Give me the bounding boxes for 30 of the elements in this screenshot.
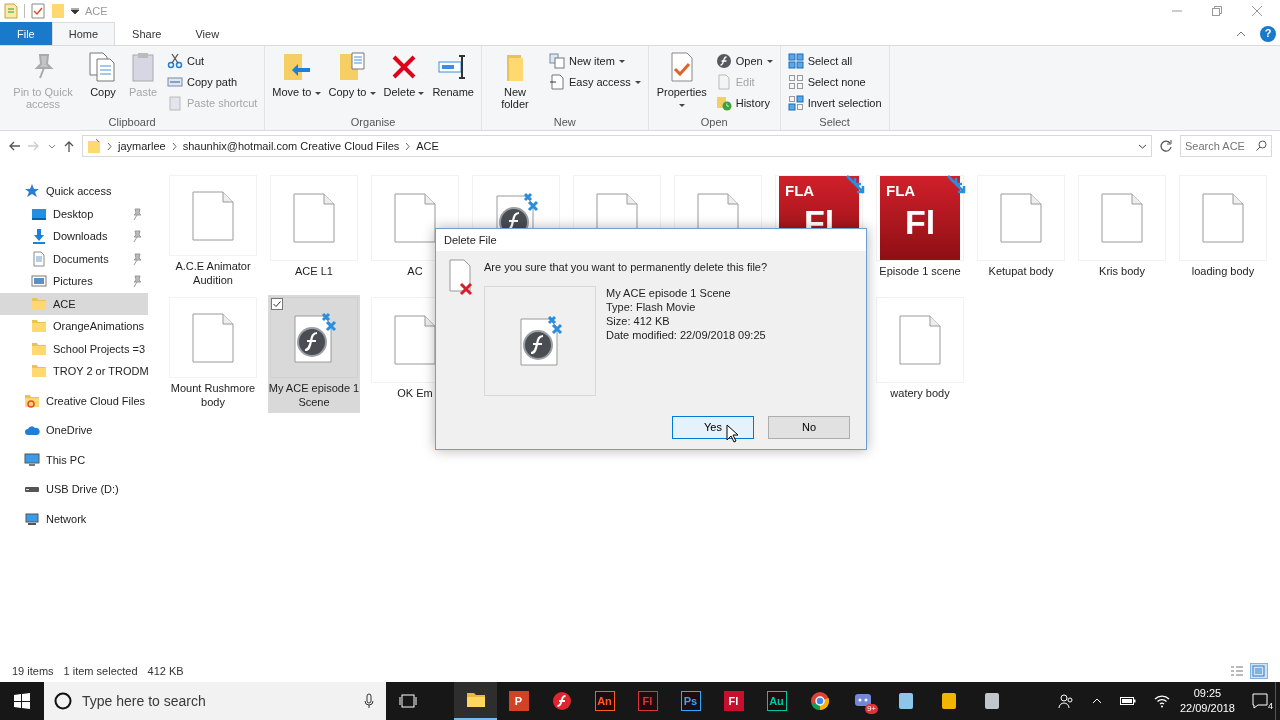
file-name: Kris body bbox=[1099, 264, 1145, 278]
file-name: A.C.E Animator Audition bbox=[174, 259, 252, 287]
logo-text: Fl bbox=[904, 202, 936, 241]
selection-info: 1 item selected bbox=[63, 663, 138, 679]
file-name: ACE L1 bbox=[295, 264, 333, 278]
file-name: My ACE episode 1 Scene bbox=[268, 381, 360, 409]
file-name: Ketupat body bbox=[988, 264, 1054, 278]
item-count: 19 items bbox=[12, 663, 54, 679]
file-name: AC bbox=[407, 264, 423, 278]
group-label: New bbox=[552, 114, 577, 130]
selection-size: 412 KB bbox=[147, 663, 184, 679]
group-label: Open bbox=[699, 114, 729, 130]
file-name: loading body bbox=[1191, 264, 1255, 278]
group-label: Organise bbox=[349, 114, 397, 130]
group-label: Select bbox=[818, 114, 851, 130]
file-name: Mount Rushmore body bbox=[169, 381, 257, 409]
file-detail: Type: Flash Movie bbox=[606, 299, 697, 314]
file-type-text: FLA bbox=[785, 181, 815, 201]
file-type-text: FLA bbox=[886, 181, 916, 201]
file-name: Episode 1 scene bbox=[879, 264, 961, 278]
file-name: OK Em bbox=[397, 386, 433, 400]
window-title: ACE bbox=[85, 3, 108, 19]
file-detail: My ACE episode 1 Scene bbox=[606, 285, 732, 300]
dialog-title: Delete File bbox=[444, 232, 497, 248]
group-label: Clipboard bbox=[107, 114, 157, 130]
dialog-message: Are you sure that you want to permanently delete this file? bbox=[484, 260, 769, 275]
file-name: watery body bbox=[890, 386, 950, 400]
notification-badge: 9+ bbox=[864, 704, 878, 714]
file-detail: Size: 412 KB bbox=[606, 313, 671, 328]
file-detail: Date modified: 22/09/2018 09:25 bbox=[606, 327, 766, 342]
